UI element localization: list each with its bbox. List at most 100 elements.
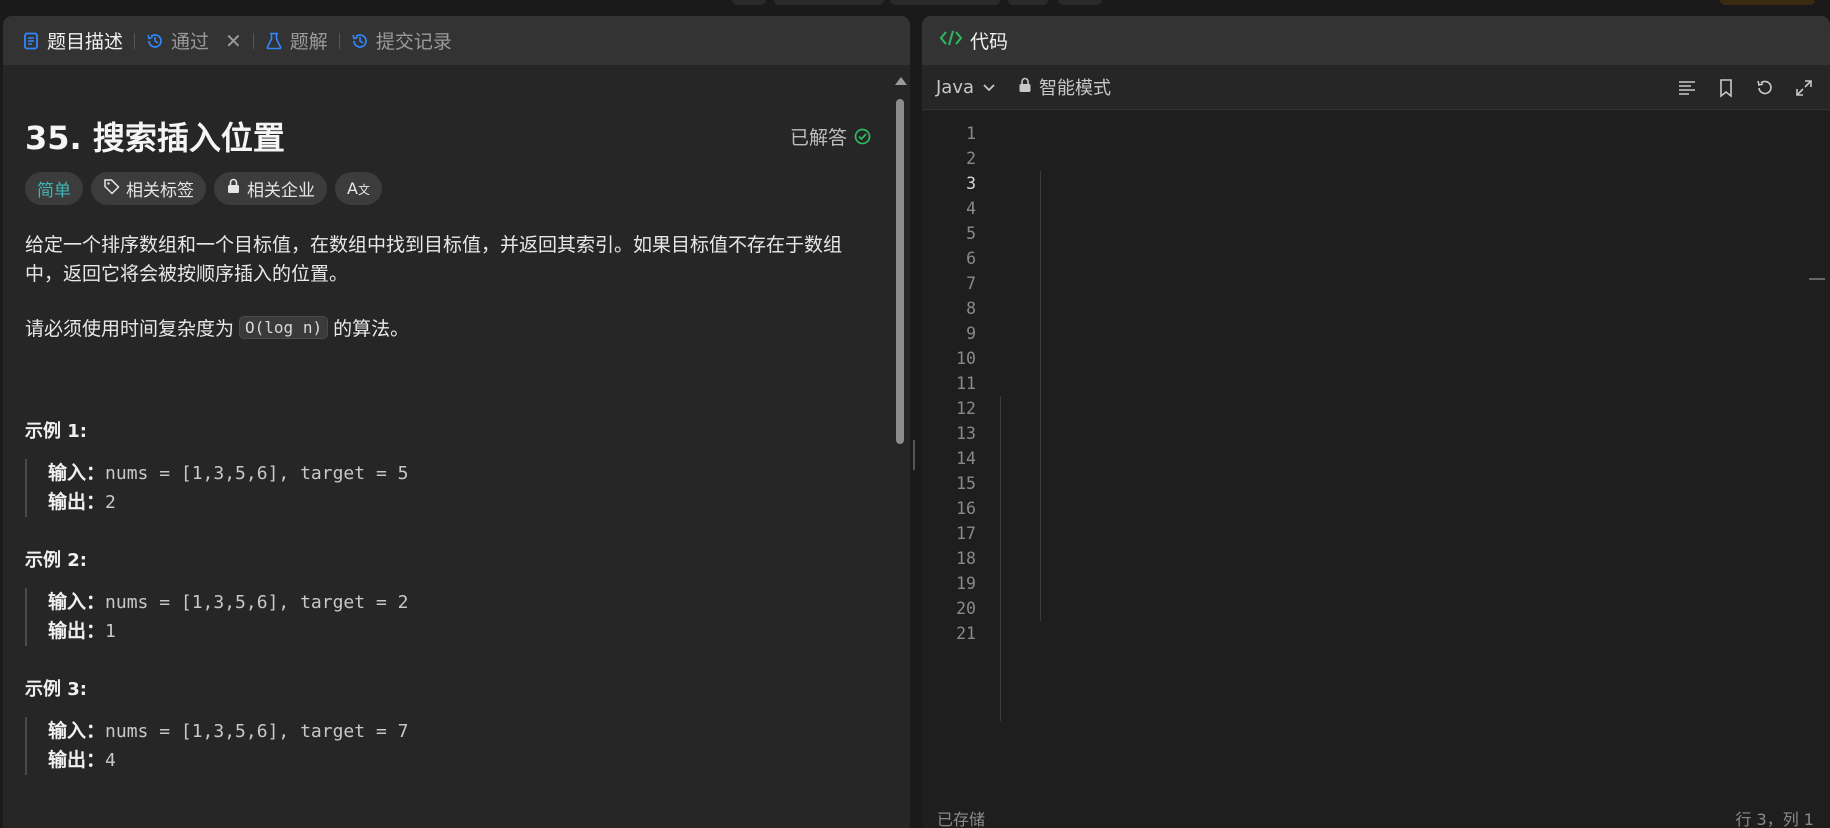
editor-actions xyxy=(1677,65,1814,110)
format-icon[interactable] xyxy=(1677,78,1697,98)
top-toolbar-button[interactable] xyxy=(732,0,766,5)
output-value: 4 xyxy=(105,750,116,771)
overview-ruler-marker xyxy=(1809,278,1825,280)
code-panel: 代码 Java 智能模式 1 2 3 4 5 6 7 8 9 10 11 12 … xyxy=(922,16,1830,828)
output-label: 输出： xyxy=(48,749,106,771)
example-block: 输入：nums = [1,3,5,6], target = 7 输出：4 xyxy=(25,717,408,775)
save-status: 已存储 xyxy=(937,810,986,828)
example-title: 示例 3: xyxy=(25,679,87,700)
problem-title[interactable]: 35. 搜索插入位置 xyxy=(25,113,285,159)
tab-divider xyxy=(134,32,136,49)
line-number: 14 xyxy=(956,449,976,468)
indent-guide xyxy=(1040,546,1041,621)
lock-icon xyxy=(1018,77,1032,98)
tab-divider xyxy=(338,32,340,49)
output-value: 2 xyxy=(105,492,116,513)
document-icon xyxy=(22,32,40,50)
title-row: 35. 搜索插入位置 已解答 xyxy=(25,113,875,159)
tag-row: 简单 相关标签 相关企业 A文 xyxy=(25,172,382,205)
line-number: 9 xyxy=(966,324,976,343)
smart-mode-toggle[interactable]: 智能模式 xyxy=(1018,74,1111,100)
top-toolbar-button[interactable] xyxy=(1008,0,1048,5)
top-strip xyxy=(0,0,1830,16)
related-tags-label: 相关标签 xyxy=(126,181,194,201)
cursor-position: 行 3，列 1 xyxy=(1735,810,1814,828)
line-number: 5 xyxy=(966,224,976,243)
problem-tabbar: 题目描述 通过 ✕ 题解 提交记录 xyxy=(3,16,910,65)
code-icon xyxy=(939,29,963,52)
indent-guide xyxy=(1000,621,1001,721)
line-number: 11 xyxy=(956,374,976,393)
fullscreen-icon[interactable] xyxy=(1794,78,1814,98)
tab-solutions-label: 题解 xyxy=(289,31,328,53)
line-number: 3 xyxy=(966,174,976,193)
output-value: 1 xyxy=(105,621,116,642)
line-number: 15 xyxy=(956,474,976,493)
input-value: nums = [1,3,5,6], target = 7 xyxy=(105,721,409,742)
tab-code-label: 代码 xyxy=(970,31,1009,53)
solved-label: 已解答 xyxy=(789,126,847,149)
premium-button[interactable] xyxy=(1720,0,1815,5)
description-scrollbar[interactable] xyxy=(893,73,907,828)
line-number: 6 xyxy=(966,249,976,268)
tag-icon xyxy=(103,178,120,200)
output-label: 输出： xyxy=(48,620,106,642)
tab-submissions-label: 提交记录 xyxy=(375,31,452,53)
line-number: 13 xyxy=(956,424,976,443)
tab-accepted-label: 通过 xyxy=(171,31,210,53)
solved-status: 已解答 xyxy=(790,123,871,150)
input-value: nums = [1,3,5,6], target = 5 xyxy=(105,463,409,484)
input-value: nums = [1,3,5,6], target = 2 xyxy=(105,592,409,613)
line-number: 8 xyxy=(966,299,976,318)
editor-statusbar: 已存储 行 3，列 1 xyxy=(922,800,1830,828)
language-select[interactable]: Java xyxy=(936,77,996,98)
related-companies-button[interactable]: 相关企业 xyxy=(214,172,327,205)
indent-guide xyxy=(1040,171,1041,246)
line-number: 17 xyxy=(956,524,976,543)
tab-divider xyxy=(252,32,254,49)
close-icon[interactable]: ✕ xyxy=(225,29,242,53)
line-number: 18 xyxy=(956,549,976,568)
tab-code[interactable]: 代码 xyxy=(922,16,1830,65)
tab-submissions[interactable]: 提交记录 xyxy=(351,16,452,65)
complexity-code: O(log n) xyxy=(239,316,329,339)
example-title: 示例 2: xyxy=(25,550,87,571)
line-number: 10 xyxy=(956,349,976,368)
line-number: 16 xyxy=(956,499,976,518)
history-icon xyxy=(351,32,369,50)
complexity-requirement: 请必须使用时间复杂度为 O(log n) 的算法。 xyxy=(25,314,409,341)
problem-panel: 题目描述 通过 ✕ 题解 提交记录 35. 搜索插入位置 已解答 简单 相关标签… xyxy=(3,16,910,828)
bookmark-icon[interactable] xyxy=(1716,78,1736,98)
tab-description[interactable]: 题目描述 xyxy=(22,16,123,65)
translate-icon: A文 xyxy=(347,179,370,198)
line-number: 19 xyxy=(956,574,976,593)
chevron-down-icon xyxy=(982,77,996,98)
problem-description: 给定一个排序数组和一个目标值，在数组中找到目标值，并返回其索引。如果目标值不存在… xyxy=(25,234,843,285)
tab-accepted[interactable]: 通过 ✕ xyxy=(146,16,242,65)
top-toolbar-button[interactable] xyxy=(774,0,884,5)
line-number: 21 xyxy=(956,624,976,643)
flask-icon xyxy=(265,32,283,50)
tab-solutions[interactable]: 题解 xyxy=(265,16,328,65)
panel-resize-handle[interactable] xyxy=(913,440,917,470)
indent-guide xyxy=(1040,421,1041,496)
related-tags-button[interactable]: 相关标签 xyxy=(91,172,206,205)
code-editor[interactable]: 1 2 3 4 5 6 7 8 9 10 11 12 13 14 15 16 1… xyxy=(922,111,1830,811)
lock-icon xyxy=(226,178,241,199)
line-number: 20 xyxy=(956,599,976,618)
requirement-text: 的算法。 xyxy=(333,318,410,340)
translate-button[interactable]: A文 xyxy=(335,172,382,205)
difficulty-badge[interactable]: 简单 xyxy=(25,172,83,205)
scroll-up-arrow-icon[interactable] xyxy=(895,77,907,85)
line-number: 12 xyxy=(956,399,976,418)
editor-toolbar: Java 智能模式 xyxy=(922,65,1830,110)
scrollbar-thumb[interactable] xyxy=(896,99,904,444)
requirement-text: 请必须使用时间复杂度为 xyxy=(25,318,235,340)
example-title: 示例 1: xyxy=(25,421,87,442)
history-icon xyxy=(146,32,164,50)
line-number: 2 xyxy=(966,149,976,168)
top-toolbar-button[interactable] xyxy=(1058,0,1102,5)
reset-icon[interactable] xyxy=(1755,78,1775,98)
top-toolbar-button[interactable] xyxy=(890,0,1000,5)
input-label: 输入： xyxy=(48,591,106,613)
